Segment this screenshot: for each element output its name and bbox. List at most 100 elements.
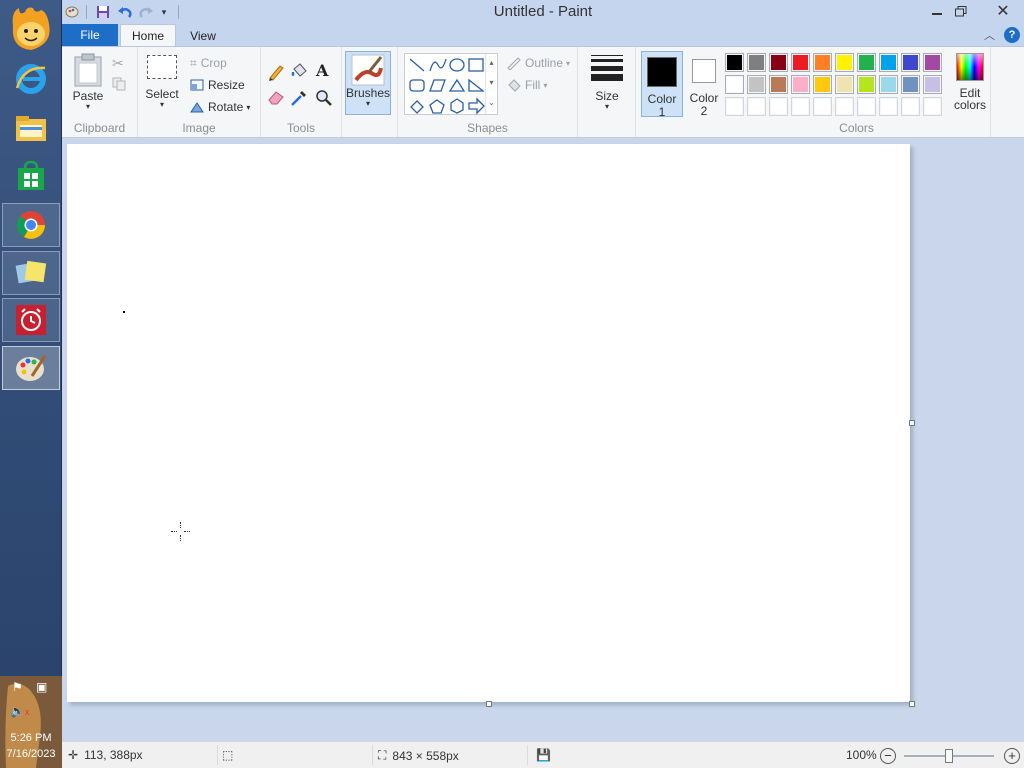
canvas-resize-handle-bottom[interactable] [486, 701, 492, 707]
fill-bucket-icon[interactable] [290, 62, 308, 83]
color-swatch[interactable] [901, 75, 920, 94]
network-icon[interactable]: ▣ [36, 680, 47, 694]
color-swatch[interactable] [769, 97, 788, 116]
color-swatch-fill [925, 77, 940, 92]
rotate-button[interactable]: Rotate ▾ [190, 98, 250, 116]
color-swatch[interactable] [857, 53, 876, 72]
canvas-size: ⛶ 843 × 558px [378, 748, 459, 763]
color-swatch[interactable] [835, 97, 854, 116]
close-button[interactable]: ✕ [982, 0, 1024, 22]
paste-button[interactable]: Paste ▾ [70, 53, 106, 111]
color-swatch[interactable] [901, 53, 920, 72]
tab-view[interactable]: View [178, 24, 228, 47]
color-swatch[interactable] [813, 53, 832, 72]
color-swatch[interactable] [747, 75, 766, 94]
shapes-group: ▴ ▾ ⌄ Outline ▾ Fill ▾ Shapes [398, 47, 578, 137]
close-icon: ✕ [996, 3, 1010, 20]
user-avatar-icon[interactable] [2, 4, 60, 54]
color-swatch[interactable] [857, 97, 876, 116]
color-swatch[interactable] [791, 75, 810, 94]
resize-button[interactable]: Resize [190, 76, 245, 94]
sticky-notes-icon[interactable] [2, 251, 60, 295]
restore-button[interactable] [944, 0, 978, 22]
paste-icon [74, 53, 102, 87]
clipboard-group-label: Clipboard [73, 121, 126, 135]
alarms-clock-icon[interactable] [2, 298, 60, 342]
zoom-out-button[interactable]: − [880, 748, 896, 764]
color-picker-icon[interactable] [290, 89, 308, 110]
eraser-icon[interactable] [267, 89, 285, 108]
outline-button[interactable]: Outline ▾ [506, 54, 570, 72]
cut-icon[interactable]: ✂ [112, 55, 124, 72]
internet-explorer-icon[interactable] [2, 57, 60, 101]
pencil-icon[interactable] [267, 63, 285, 84]
taskbar: ⚑ ▣ 🔈x 5:26 PM 7/16/2023 [0, 0, 62, 768]
volume-muted-icon[interactable]: 🔈x [10, 704, 29, 718]
color-swatch[interactable] [769, 53, 788, 72]
color-swatch[interactable] [835, 53, 854, 72]
zoom-slider-thumb[interactable] [945, 749, 953, 763]
minimize-ribbon-icon[interactable]: ︿ [984, 27, 995, 43]
color-swatch[interactable] [725, 53, 744, 72]
chrome-icon[interactable] [2, 203, 60, 247]
brushes-button[interactable]: Brushes ▾ [345, 51, 391, 115]
shapes-gallery: ▴ ▾ ⌄ [404, 53, 498, 115]
color-swatch[interactable] [923, 75, 942, 94]
color-swatch-fill [749, 77, 764, 92]
select-button[interactable]: Select ▾ [145, 55, 179, 109]
fill-button[interactable]: Fill ▾ [506, 76, 547, 94]
text-tool-icon[interactable]: A [316, 61, 328, 80]
paint-app-icon[interactable] [2, 346, 60, 390]
canvas-resize-handle-right[interactable] [909, 420, 915, 426]
image-group-label: Image [182, 121, 216, 135]
canvas-size-value: 843 × 558px [392, 748, 459, 763]
color1-button[interactable]: Color 1 [641, 51, 683, 119]
color-swatch[interactable] [725, 75, 744, 94]
color-swatch[interactable] [835, 75, 854, 94]
rotate-label: Rotate [208, 100, 244, 114]
size-button[interactable]: Size ▾ [589, 53, 625, 111]
tab-home[interactable]: Home [120, 24, 176, 47]
color-swatch[interactable] [923, 53, 942, 72]
zoom-in-button[interactable]: + [1004, 748, 1020, 764]
color-swatch[interactable] [791, 97, 810, 116]
edit-colors-button[interactable]: Edit colors [950, 53, 990, 111]
fill-label: Fill [525, 78, 541, 92]
color-swatch[interactable] [879, 97, 898, 116]
canvas-resize-handle-corner[interactable] [909, 701, 915, 707]
color-swatch[interactable] [747, 97, 766, 116]
color2-button[interactable]: Color 2 [685, 51, 723, 118]
crop-button[interactable]: ⌗ Crop [190, 54, 227, 72]
color-swatch[interactable] [725, 97, 744, 116]
taskbar-time[interactable]: 5:26 PM [0, 732, 62, 744]
color-swatch[interactable] [879, 75, 898, 94]
flag-icon[interactable]: ⚑ [12, 680, 23, 694]
copy-icon[interactable] [112, 77, 126, 94]
tab-file[interactable]: File [62, 24, 118, 46]
color-swatch[interactable] [879, 53, 898, 72]
store-icon[interactable] [2, 154, 60, 198]
color-swatch[interactable] [791, 53, 810, 72]
drawing-canvas[interactable] [67, 144, 910, 702]
brushes-group: Brushes ▾ [342, 47, 398, 137]
color-swatch[interactable] [813, 97, 832, 116]
taskbar-date[interactable]: 7/16/2023 [0, 748, 62, 760]
color1-label-a: Color [647, 92, 677, 106]
shapes-expand-icon[interactable]: ⌄ [486, 94, 497, 114]
shapes-scroll-up-icon[interactable]: ▴ [486, 54, 497, 74]
shapes-scroll-down-icon[interactable]: ▾ [486, 74, 497, 94]
color-swatch[interactable] [923, 97, 942, 116]
file-explorer-icon[interactable] [2, 106, 60, 150]
color-swatch[interactable] [813, 75, 832, 94]
color-swatch[interactable] [747, 53, 766, 72]
color-swatch[interactable] [769, 75, 788, 94]
size-dropdown-icon: ▾ [604, 102, 609, 111]
image-group: Select ▾ ⌗ Crop Resize Rotate ▾ Image [138, 47, 261, 137]
color-swatch[interactable] [901, 97, 920, 116]
ribbon-tabs: File Home View ︿ ? [62, 24, 1024, 47]
magnifier-icon[interactable] [315, 89, 333, 110]
color-swatch-fill [771, 55, 786, 70]
help-icon[interactable]: ? [1004, 27, 1020, 43]
color-swatch[interactable] [857, 75, 876, 94]
move-cursor-icon: ✛ [68, 748, 79, 762]
